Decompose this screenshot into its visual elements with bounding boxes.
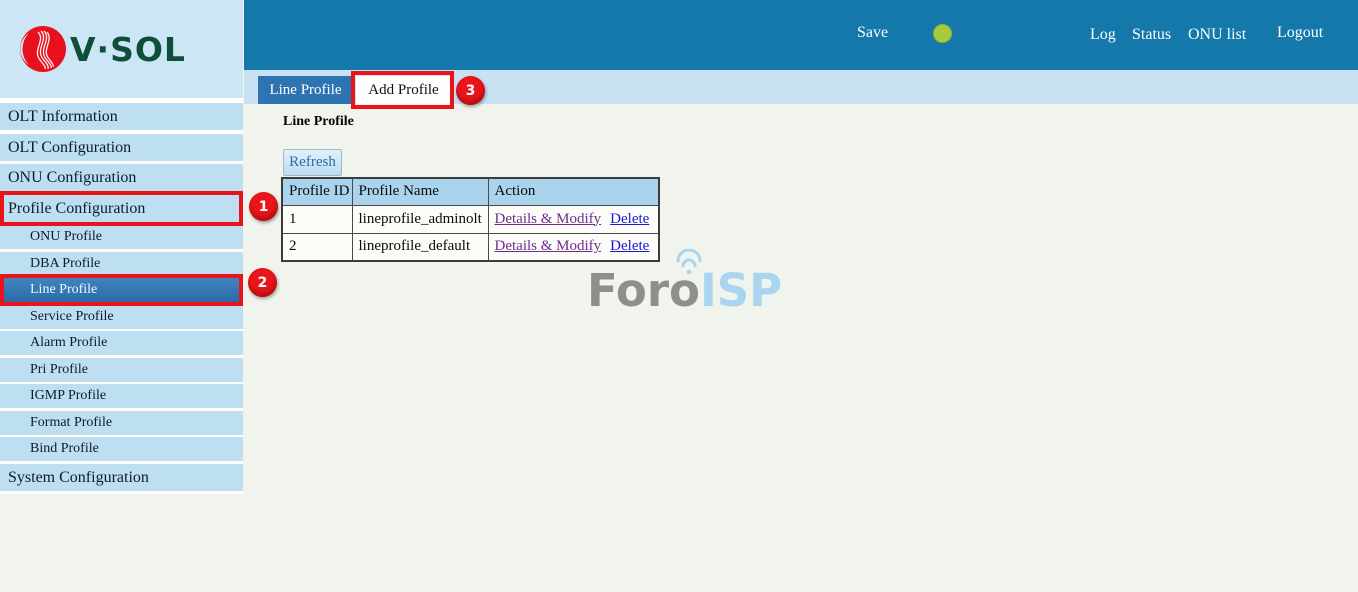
header-profile-id: Profile ID xyxy=(282,178,352,205)
sidebar-item-dba-profile[interactable]: DBA Profile xyxy=(0,252,243,276)
sidebar-item-olt-configuration[interactable]: OLT Configuration xyxy=(0,134,243,161)
cell-actions: Details & Modify Delete xyxy=(488,205,659,233)
sidebar-item-service-profile[interactable]: Service Profile xyxy=(0,305,243,329)
sidebar-item-olt-information[interactable]: OLT Information xyxy=(0,103,243,130)
logout-button[interactable]: Logout xyxy=(1277,24,1323,42)
onu-list-button[interactable]: ONU list xyxy=(1188,26,1246,44)
delete-link[interactable]: Delete xyxy=(610,211,649,227)
logo-panel: V·SOL xyxy=(0,0,243,98)
details-modify-link[interactable]: Details & Modify xyxy=(495,238,602,254)
status-indicator-icon xyxy=(933,24,952,43)
tab-line-profile[interactable]: Line Profile xyxy=(258,76,353,104)
table-row: 2 lineprofile_default Details & ModifyDe… xyxy=(282,233,659,261)
annotation-badge-3: 3 xyxy=(456,76,485,105)
cell-actions: Details & Modify Delete xyxy=(488,233,659,261)
refresh-button[interactable]: Refresh xyxy=(283,149,342,176)
cell-profile-name: lineprofile_adminolt xyxy=(352,205,488,233)
watermark-blue-text: ISP xyxy=(700,264,782,317)
brand-name: V·SOL xyxy=(70,30,186,69)
header-action: Action xyxy=(488,178,659,205)
sidebar-item-profile-configuration[interactable]: Profile Configuration xyxy=(0,195,243,222)
table-row: 1 lineprofile_adminolt Details & ModifyD… xyxy=(282,205,659,233)
page-title: Line Profile xyxy=(283,114,354,130)
profile-table: Profile ID Profile Name Action 1 linepro… xyxy=(281,177,660,262)
topbar: Save Log Status ONU list Logout xyxy=(244,0,1358,70)
sidebar-item-system-configuration[interactable]: System Configuration xyxy=(0,464,243,491)
cell-profile-name: lineprofile_default xyxy=(352,233,488,261)
sidebar-item-onu-configuration[interactable]: ONU Configuration xyxy=(0,164,243,191)
sidebar-item-bind-profile[interactable]: Bind Profile xyxy=(0,437,243,461)
sidebar: OLT Information OLT Configuration ONU Co… xyxy=(0,98,243,494)
sidebar-item-pri-profile[interactable]: Pri Profile xyxy=(0,358,243,382)
sidebar-item-onu-profile[interactable]: ONU Profile xyxy=(0,225,243,249)
status-button[interactable]: Status xyxy=(1132,26,1171,44)
vsol-logo-icon xyxy=(19,25,67,78)
save-button[interactable]: Save xyxy=(857,24,888,42)
annotation-badge-2: 2 xyxy=(248,268,277,297)
tab-add-profile[interactable]: Add Profile xyxy=(356,76,451,104)
wifi-signal-icon xyxy=(670,249,708,280)
sidebar-item-alarm-profile[interactable]: Alarm Profile xyxy=(0,331,243,355)
sidebar-item-line-profile[interactable]: Line Profile xyxy=(0,278,243,302)
cell-profile-id: 2 xyxy=(282,233,352,261)
delete-link[interactable]: Delete xyxy=(610,238,649,254)
log-button[interactable]: Log xyxy=(1090,26,1116,44)
header-profile-name: Profile Name xyxy=(352,178,488,205)
sidebar-item-igmp-profile[interactable]: IGMP Profile xyxy=(0,384,243,408)
sidebar-item-format-profile[interactable]: Format Profile xyxy=(0,411,243,435)
annotation-badge-1: 1 xyxy=(249,192,278,221)
cell-profile-id: 1 xyxy=(282,205,352,233)
details-modify-link[interactable]: Details & Modify xyxy=(495,211,602,227)
table-header-row: Profile ID Profile Name Action xyxy=(282,178,659,205)
tab-strip: Line Profile Add Profile xyxy=(244,70,1358,104)
